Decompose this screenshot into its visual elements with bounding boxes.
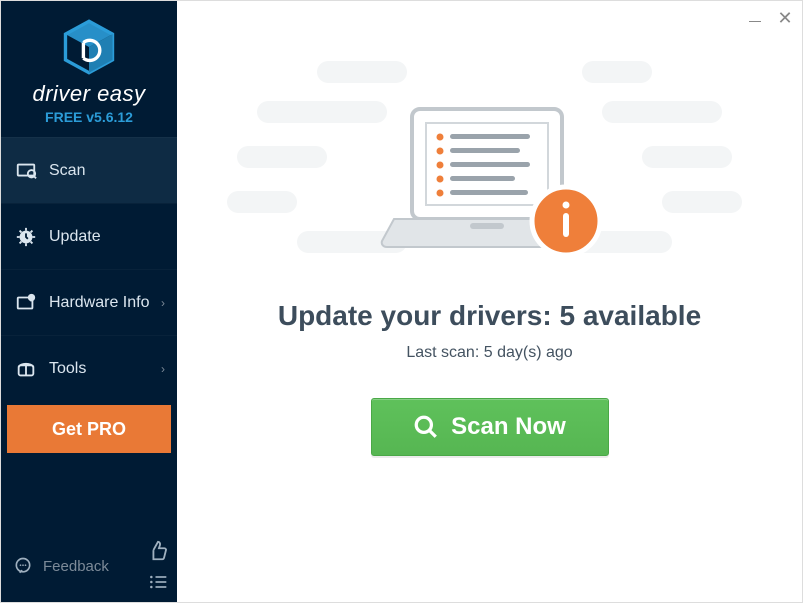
brand-logo-icon (61, 19, 117, 75)
hardware-info-icon: i (15, 292, 37, 314)
brand-version: FREE v5.6.12 (1, 109, 177, 125)
search-icon (413, 414, 439, 440)
last-scan-prefix: Last scan: (406, 344, 483, 361)
minimize-button[interactable] (746, 9, 764, 27)
scan-now-label: Scan Now (451, 413, 566, 441)
sidebar-nav: Scan Update i (1, 137, 177, 401)
get-pro-button[interactable]: Get PRO (7, 405, 171, 453)
main-panel: Update your drivers: 5 available Last sc… (177, 1, 802, 602)
sidebar-item-label: Tools (49, 360, 86, 378)
sidebar-item-scan[interactable]: Scan (1, 137, 177, 203)
close-button[interactable]: ✕ (776, 9, 794, 27)
headline: Update your drivers: 5 available (278, 300, 701, 332)
sidebar: driver easy FREE v5.6.12 Scan (1, 1, 177, 602)
feedback-button[interactable]: Feedback (13, 556, 109, 576)
feedback-icon (13, 556, 33, 576)
brand-block: driver easy FREE v5.6.12 (1, 1, 177, 137)
last-scan-value: 5 day(s) ago (484, 344, 573, 361)
sidebar-item-label: Scan (49, 162, 85, 180)
update-icon (15, 226, 37, 248)
close-icon: ✕ (777, 9, 792, 27)
sidebar-item-label: Update (49, 228, 101, 246)
get-pro-label: Get PRO (52, 419, 126, 440)
sidebar-item-update[interactable]: Update (1, 203, 177, 269)
headline-suffix: available (575, 300, 701, 331)
thumbs-up-icon[interactable] (147, 540, 169, 562)
brand-name: driver easy (1, 81, 177, 107)
tools-icon (15, 358, 37, 380)
laptop-illustration (370, 101, 610, 276)
feedback-label: Feedback (43, 558, 109, 575)
last-scan-text: Last scan: 5 day(s) ago (406, 344, 572, 362)
available-count: 5 (559, 300, 575, 331)
minimize-icon (749, 15, 761, 22)
sidebar-item-label: Hardware Info (49, 294, 150, 312)
scan-now-button[interactable]: Scan Now (371, 398, 609, 456)
chevron-right-icon: › (161, 296, 165, 310)
sidebar-item-hardware-info[interactable]: i Hardware Info › (1, 269, 177, 335)
scan-icon (15, 160, 37, 182)
chevron-right-icon: › (161, 362, 165, 376)
sidebar-item-tools[interactable]: Tools › (1, 335, 177, 401)
headline-prefix: Update your drivers: (278, 300, 560, 331)
list-menu-icon[interactable] (147, 572, 169, 592)
